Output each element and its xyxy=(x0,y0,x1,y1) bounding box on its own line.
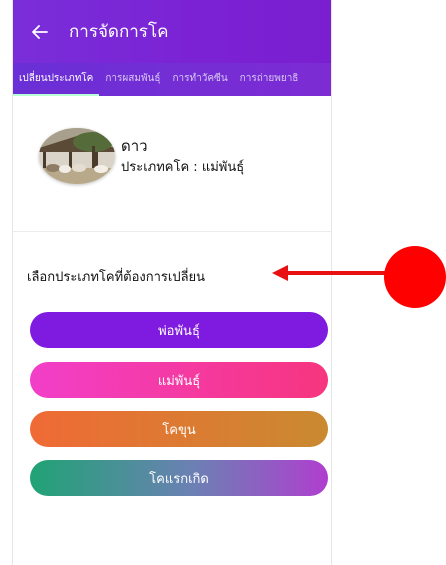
newborn-button[interactable]: โคแรกเกิด xyxy=(30,460,328,496)
cow-profile: ดาว ประเภทคโค : แม่พันธุ์ xyxy=(13,96,331,232)
dam-button[interactable]: แม่พันธุ์ xyxy=(30,362,328,398)
sire-button[interactable]: พ่อพันธุ์ xyxy=(30,312,328,348)
select-type-label: เลือกประเภทโคที่ต้องการเปลี่ยน xyxy=(27,270,206,285)
cow-avatar xyxy=(39,128,115,184)
tab-breeding[interactable]: การผสมพันธุ์ xyxy=(99,63,166,96)
page-title: การจัดการโค xyxy=(69,22,169,42)
annotation-arrow xyxy=(272,265,390,281)
annotation-dot xyxy=(384,246,446,308)
cow-name: ดาว xyxy=(121,137,148,155)
tab-bar: เปลี่ยนประเภทโค การผสมพันธุ์ การทำวัคซีน… xyxy=(13,63,331,96)
tab-change-type[interactable]: เปลี่ยนประเภทโค xyxy=(13,63,100,96)
app-bar: การจัดการโค xyxy=(13,0,331,63)
tab-deworming[interactable]: การถ่ายพยาธิ xyxy=(234,63,305,96)
tab-vaccination[interactable]: การทำวัคซีน xyxy=(166,63,233,96)
arrow-left-icon[interactable] xyxy=(31,23,49,41)
fattening-button[interactable]: โคขุน xyxy=(30,411,328,447)
cow-type: ประเภทคโค : แม่พันธุ์ xyxy=(121,160,245,175)
